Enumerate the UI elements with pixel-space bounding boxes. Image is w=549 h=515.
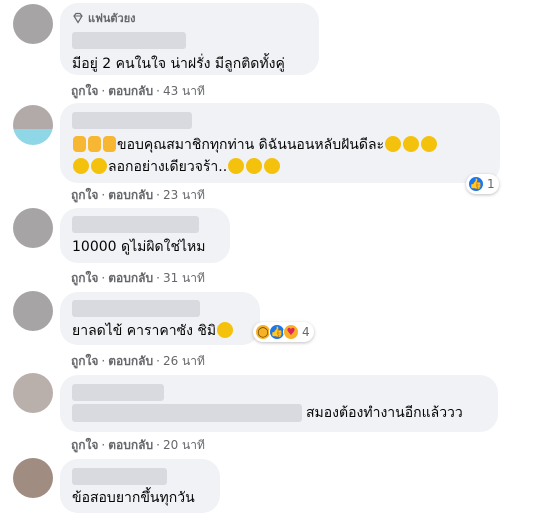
- fan-badge-label: แฟนตัวยง: [88, 12, 136, 25]
- like-link[interactable]: ถูกใจ: [71, 438, 98, 452]
- like-link[interactable]: ถูกใจ: [71, 188, 98, 202]
- comment-text: ขอบคุณสมาชิกทุกท่าน ดิฉันนอนหลับฝันดีละ: [72, 135, 488, 155]
- comment-time[interactable]: 43 นาที: [163, 84, 205, 98]
- grin-emoji: [228, 158, 245, 174]
- comment-text-content: สมองต้องทำงานอีกแล้ววว: [306, 405, 463, 421]
- comment-text: ข้อสอบยากขึ้นทุกวัน: [72, 490, 195, 506]
- fan-badge[interactable]: แฟนตัวยง: [72, 9, 307, 27]
- comment-actions: ถูกใจ · ตอบกลับ · 43 นาที: [71, 84, 205, 98]
- like-link[interactable]: ถูกใจ: [71, 271, 98, 285]
- commenter-name[interactable]: [72, 384, 164, 401]
- comment-text: ยาลดไข้ คาราคาซัง ชิมิ: [72, 321, 248, 341]
- rofl-emoji: [73, 158, 89, 174]
- comment-text: สมองต้องทำงานอีกแล้ววว: [72, 403, 486, 423]
- reaction-summary[interactable]: 👍 1: [466, 174, 499, 194]
- rofl-emoji: [385, 136, 402, 152]
- grin-emoji: [264, 158, 281, 174]
- reaction-summary[interactable]: ◯ 👍 ♥ 4: [253, 322, 314, 342]
- comment-bubble: แฟนตัวยง มีอยู่ 2 คนในใจ น่าฝรั่ง มีลูกต…: [60, 3, 319, 75]
- rofl-emoji: [421, 136, 438, 152]
- comment-bubble: สมองต้องทำงานอีกแล้ววว: [60, 375, 498, 432]
- comment-time[interactable]: 20 นาที: [163, 438, 205, 452]
- avatar[interactable]: [13, 105, 53, 145]
- folded-hands-emoji: [73, 136, 86, 152]
- comment-text: มีอยู่ 2 คนในใจ น่าฝรั่ง มีลูกติดทั้งคู่: [72, 56, 285, 72]
- commenter-name[interactable]: [72, 112, 192, 129]
- thinking-emoji: [217, 322, 234, 338]
- reaction-count: 4: [302, 325, 310, 339]
- like-link[interactable]: ถูกใจ: [71, 354, 98, 368]
- comment-actions: ถูกใจ · ตอบกลับ · 31 นาที: [71, 271, 205, 285]
- avatar[interactable]: [13, 208, 53, 248]
- folded-hands-emoji: [88, 136, 101, 152]
- avatar[interactable]: [13, 373, 53, 413]
- reply-link[interactable]: ตอบกลับ: [108, 188, 153, 202]
- commenter-name[interactable]: [72, 216, 199, 233]
- like-icon: 👍: [468, 176, 484, 192]
- commenter-name[interactable]: [72, 32, 186, 49]
- avatar[interactable]: [13, 4, 53, 44]
- folded-hands-emoji: [103, 136, 116, 152]
- rofl-emoji: [403, 136, 420, 152]
- reaction-count: 1: [487, 177, 495, 191]
- comment-text-line1: ขอบคุณสมาชิกทุกท่าน ดิฉันนอนหลับฝันดีละ: [117, 137, 385, 153]
- comment-time[interactable]: 31 นาที: [163, 271, 205, 285]
- diamond-icon: [73, 12, 83, 24]
- reply-link[interactable]: ตอบกลับ: [108, 84, 153, 98]
- like-link[interactable]: ถูกใจ: [71, 84, 98, 98]
- avatar[interactable]: [13, 458, 53, 498]
- comment-bubble: ยาลดไข้ คาราคาซัง ชิมิ: [60, 292, 260, 345]
- blurred-text: [72, 404, 302, 422]
- comment-bubble: ข้อสอบยากขึ้นทุกวัน: [60, 459, 220, 513]
- care-icon: ♥: [283, 324, 299, 340]
- commenter-name[interactable]: [72, 468, 167, 485]
- comment-text-2: ลอกอย่างเดียวจร้า..: [72, 157, 488, 177]
- comment-time[interactable]: 23 นาที: [163, 188, 205, 202]
- reply-link[interactable]: ตอบกลับ: [108, 271, 153, 285]
- comment-actions: ถูกใจ · ตอบกลับ · 26 นาที: [71, 354, 205, 368]
- rofl-emoji: [91, 158, 107, 174]
- comment-actions: ถูกใจ · ตอบกลับ · 20 นาที: [71, 438, 205, 452]
- comment-time[interactable]: 26 นาที: [163, 354, 205, 368]
- comment-text-content: ยาลดไข้ คาราคาซัง ชิมิ: [72, 323, 217, 339]
- comment-actions: ถูกใจ · ตอบกลับ · 23 นาที: [71, 188, 205, 202]
- grin-emoji: [246, 158, 263, 174]
- comment-text: 10000 ดูไม่ผิดใช่ไหม: [72, 239, 206, 255]
- comment-bubble: 10000 ดูไม่ผิดใช่ไหม: [60, 208, 230, 263]
- reply-link[interactable]: ตอบกลับ: [108, 438, 153, 452]
- comment-bubble: ขอบคุณสมาชิกทุกท่าน ดิฉันนอนหลับฝันดีละ …: [60, 103, 500, 183]
- commenter-name[interactable]: [72, 300, 200, 317]
- comment-text-line2: ลอกอย่างเดียวจร้า..: [108, 159, 228, 175]
- reply-link[interactable]: ตอบกลับ: [108, 354, 153, 368]
- avatar[interactable]: [13, 291, 53, 331]
